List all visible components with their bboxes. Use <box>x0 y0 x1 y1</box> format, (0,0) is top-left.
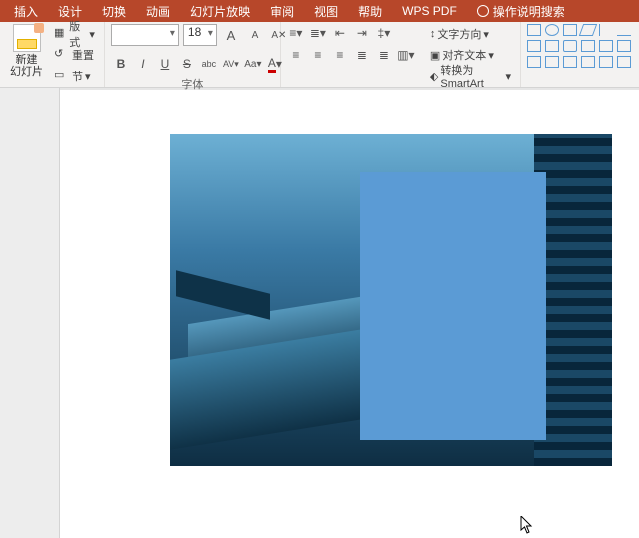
smartart-button[interactable]: ⬖转换为 SmartArt▾ <box>427 66 514 86</box>
align-left-button[interactable]: ≡ <box>287 46 305 64</box>
tab-slideshow[interactable]: 幻灯片放映 <box>180 0 260 22</box>
group-slides: 新建 幻灯片 ▦版式▾ ↺重置 ▭节▾ 幻灯片 <box>0 22 105 87</box>
lightbulb-icon <box>477 5 489 17</box>
blue-rectangle-shape[interactable] <box>360 172 546 440</box>
ribbon-tabs: 插入 设计 切换 动画 幻灯片放映 审阅 视图 帮助 WPS PDF 操作说明搜… <box>0 0 639 22</box>
section-icon: ▭ <box>54 68 70 84</box>
numbering-button[interactable]: ≣▾ <box>309 24 327 42</box>
align-center-button[interactable]: ≡ <box>309 46 327 64</box>
grow-font-button[interactable]: A <box>221 25 241 45</box>
new-slide-button[interactable]: 新建 幻灯片 <box>6 24 47 78</box>
section-button[interactable]: ▭节▾ <box>51 66 98 86</box>
underline-button[interactable]: U <box>155 54 175 74</box>
reset-button[interactable]: ↺重置 <box>51 45 98 65</box>
char-spacing-button[interactable]: AV▾ <box>221 54 241 74</box>
group-shapes <box>521 22 639 87</box>
font-color-label: A <box>268 56 276 73</box>
columns-button[interactable]: ▥▾ <box>397 46 415 64</box>
inc-indent-button[interactable]: ⇥ <box>353 24 371 42</box>
reset-icon: ↺ <box>54 47 70 63</box>
bullets-button[interactable]: ≡▾ <box>287 24 305 42</box>
tab-view[interactable]: 视图 <box>304 0 348 22</box>
align-right-button[interactable]: ≡ <box>331 46 349 64</box>
tab-animations[interactable]: 动画 <box>136 0 180 22</box>
smartart-icon: ⬖ <box>430 70 438 83</box>
align-text-icon: ▣ <box>430 49 440 62</box>
align-text-label: 对齐文本 <box>442 47 486 63</box>
bold-button[interactable]: B <box>111 54 131 74</box>
shapes-gallery[interactable] <box>527 24 633 70</box>
new-slide-label: 新建 幻灯片 <box>10 54 43 78</box>
text-direction-label: 文字方向 <box>437 26 481 42</box>
mouse-cursor-icon <box>520 516 534 534</box>
font-family-select[interactable] <box>111 24 179 46</box>
tab-transitions[interactable]: 切换 <box>92 0 136 22</box>
section-label: 节 <box>72 68 83 84</box>
ribbon: 新建 幻灯片 ▦版式▾ ↺重置 ▭节▾ 幻灯片 18 A A A✕ B I U <box>0 22 639 88</box>
dec-indent-button[interactable]: ⇤ <box>331 24 349 42</box>
tab-wps-pdf[interactable]: WPS PDF <box>392 0 467 22</box>
justify-button[interactable]: ≣ <box>353 46 371 64</box>
group-paragraph: ≡▾ ≣▾ ⇤ ⇥ ‡▾ ≡ ≡ ≡ ≣ ≣ ▥▾ ↕文字方向▾ ▣对齐文本▾ … <box>281 22 521 87</box>
line-spacing-button[interactable]: ‡▾ <box>375 24 393 42</box>
text-direction-icon: ↕ <box>430 28 436 40</box>
italic-button[interactable]: I <box>133 54 153 74</box>
layout-icon: ▦ <box>54 26 67 42</box>
layout-button[interactable]: ▦版式▾ <box>51 24 98 44</box>
text-direction-button[interactable]: ↕文字方向▾ <box>427 24 514 44</box>
reset-label: 重置 <box>72 47 94 63</box>
tab-insert[interactable]: 插入 <box>4 0 48 22</box>
new-slide-icon <box>13 24 41 52</box>
slide-background-image <box>170 134 612 466</box>
slide-canvas[interactable] <box>60 90 639 538</box>
tell-me[interactable]: 操作说明搜索 <box>467 0 575 22</box>
group-font: 18 A A A✕ B I U S abc AV▾ Aa▾ A▾ 字体 <box>105 22 281 87</box>
distribute-button[interactable]: ≣ <box>375 46 393 64</box>
tell-me-label: 操作说明搜索 <box>493 3 565 20</box>
strike-button[interactable]: S <box>177 54 197 74</box>
font-size-select[interactable]: 18 <box>183 24 217 46</box>
shadow-button[interactable]: abc <box>199 54 219 74</box>
tab-review[interactable]: 审阅 <box>260 0 304 22</box>
tab-help[interactable]: 帮助 <box>348 0 392 22</box>
slide-thumbnails-panel[interactable] <box>0 88 60 538</box>
change-case-button[interactable]: Aa▾ <box>243 54 263 74</box>
shrink-font-button[interactable]: A <box>245 25 265 45</box>
